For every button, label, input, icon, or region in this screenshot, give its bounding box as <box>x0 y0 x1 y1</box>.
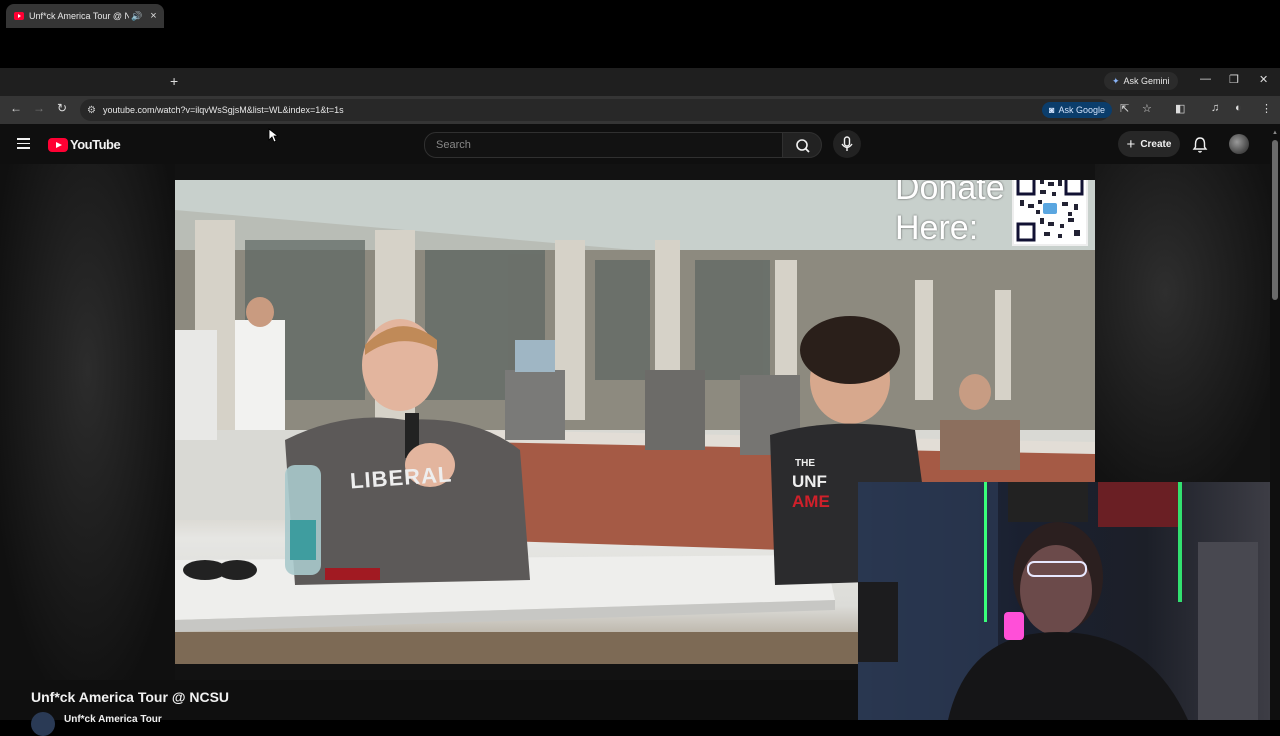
account-avatar[interactable] <box>1229 134 1249 154</box>
browser-menu-icon[interactable]: ⋮ <box>1261 102 1272 115</box>
plus-icon: + <box>1126 135 1136 153</box>
webcam-overlay <box>858 482 1270 720</box>
channel-avatar[interactable] <box>31 712 55 736</box>
shirt-text-right-2: UNF <box>792 472 827 491</box>
back-arrow-icon[interactable]: ← <box>10 101 22 115</box>
create-button[interactable]: + Create <box>1118 131 1180 157</box>
microphone-icon <box>841 136 853 151</box>
page-scrollbar[interactable]: ▲ <box>1270 128 1280 720</box>
restore-window-icon[interactable]: ❐ <box>1229 73 1239 86</box>
donate-overlay-text: Donate Here: <box>895 180 1005 247</box>
media-controls-icon[interactable]: ♫ <box>1211 102 1219 114</box>
scroll-up-arrow-icon[interactable]: ▲ <box>1272 130 1278 136</box>
install-app-icon[interactable]: ⇱ <box>1120 102 1129 115</box>
search-button[interactable] <box>782 132 822 158</box>
reload-icon[interactable]: ↻ <box>57 101 67 115</box>
search-input[interactable] <box>434 138 758 152</box>
browser-tab-strip <box>0 68 1280 96</box>
close-window-icon[interactable]: ✕ <box>1259 73 1268 86</box>
youtube-favicon-icon <box>14 12 24 20</box>
webcam-frame <box>858 482 1258 720</box>
site-info-icon[interactable]: ⚙ <box>87 105 96 116</box>
address-bar[interactable]: ⚙ youtube.com/watch?v=ilqvWsSgjsM&list=W… <box>80 99 1110 121</box>
youtube-play-logo-icon <box>48 137 68 152</box>
screen-top-bar <box>0 0 1280 68</box>
profile-icon[interactable]: ◐ <box>1235 102 1242 114</box>
ask-gemini-label: Ask Gemini <box>1123 76 1170 86</box>
url-text: youtube.com/watch?v=ilqvWsSgjsM&list=WL&… <box>102 105 344 115</box>
bookmark-star-icon[interactable]: ☆ <box>1142 102 1152 115</box>
donate-qr-code <box>1012 180 1088 246</box>
shirt-text-right-3: AME <box>792 492 830 511</box>
search-icon <box>796 139 810 153</box>
qr-code-image <box>1016 180 1084 242</box>
ask-gemini-button[interactable]: ✦ Ask Gemini <box>1104 72 1178 90</box>
guide-menu-icon[interactable] <box>17 138 30 149</box>
ambient-glow-left <box>0 164 175 680</box>
shirt-text-right-1: THE <box>795 458 815 469</box>
forward-arrow-icon[interactable]: → <box>33 101 45 115</box>
voice-search-button[interactable] <box>833 130 861 158</box>
ask-google-label: Ask Google <box>1058 105 1105 115</box>
create-label: Create <box>1140 138 1172 150</box>
mouse-cursor-icon <box>268 128 278 143</box>
audio-playing-icon[interactable]: 🔊 <box>131 11 142 22</box>
youtube-wordmark: YouTube <box>70 137 121 152</box>
new-tab-button[interactable]: + <box>170 73 178 89</box>
youtube-logo[interactable]: YouTube <box>48 137 121 152</box>
google-lens-icon: ◙ <box>1049 105 1055 115</box>
scrollbar-thumb[interactable] <box>1272 140 1278 300</box>
video-title: Unf*ck America Tour @ NCSU <box>31 689 230 705</box>
tab-close-icon[interactable]: × <box>150 10 156 22</box>
ask-google-button[interactable]: ◙ Ask Google <box>1042 102 1112 118</box>
search-box[interactable] <box>424 132 783 158</box>
notifications-button[interactable] <box>1192 136 1208 159</box>
browser-tab[interactable]: Unf*ck America Tour @ NC 🔊 × <box>6 4 164 28</box>
gemini-sparkle-icon: ✦ <box>1112 75 1120 86</box>
tab-title: Unf*ck America Tour @ NC <box>29 11 129 21</box>
bell-icon <box>1192 137 1208 153</box>
extensions-icon[interactable]: ◧ <box>1175 102 1185 115</box>
ambient-glow-right <box>1095 164 1270 484</box>
minimize-window-icon[interactable]: — <box>1200 73 1211 85</box>
